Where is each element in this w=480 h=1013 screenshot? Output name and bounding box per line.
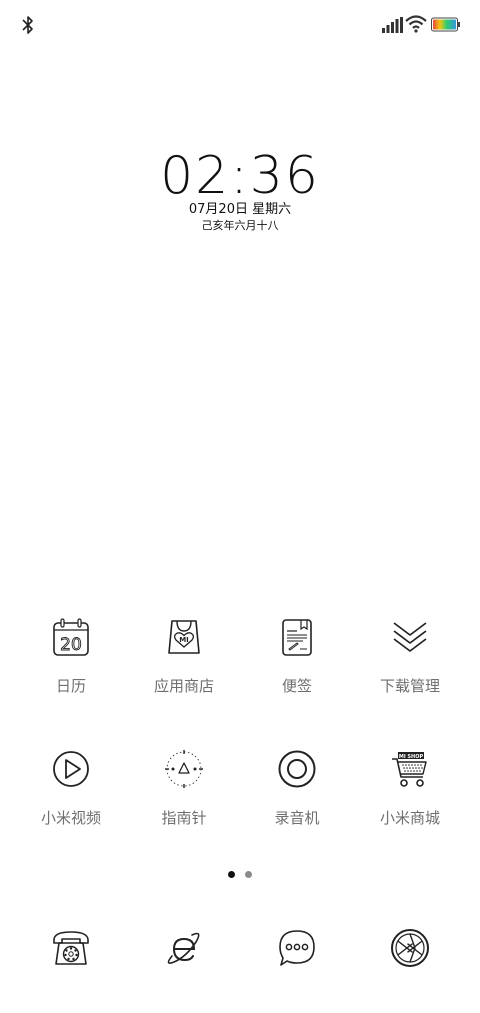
lockscreen-clock: 02:36 <box>160 146 320 206</box>
app-label: 应用商店 <box>153 677 214 695</box>
svg-text:MI SHOP: MI SHOP <box>399 754 424 760</box>
page-indicator <box>0 871 480 879</box>
dock-phone[interactable] <box>51 928 91 968</box>
notes-icon <box>282 619 312 656</box>
camera-icon <box>391 929 429 967</box>
lockscreen-lunar-date: 己亥年六月十八 <box>201 219 279 232</box>
battery-icon <box>431 17 460 32</box>
status-bar <box>0 0 480 50</box>
app-label: 下载管理 <box>379 677 440 695</box>
recorder-icon <box>278 750 316 788</box>
phone-icon <box>53 931 89 965</box>
messages-icon <box>279 930 315 966</box>
bluetooth-icon <box>22 16 33 34</box>
app-label: 便签 <box>281 677 312 695</box>
app-recorder[interactable]: 录音机 <box>242 749 352 859</box>
browser-icon <box>167 932 200 964</box>
dock-browser[interactable] <box>164 928 204 968</box>
calendar-icon: 20 <box>53 618 89 656</box>
dock-camera[interactable] <box>390 928 430 968</box>
page-dot-active[interactable] <box>228 871 235 878</box>
app-label: 录音机 <box>274 809 320 827</box>
app-download-manager[interactable]: 下载管理 <box>355 617 465 727</box>
app-store-icon: MI <box>168 620 200 654</box>
app-label: 小米视频 <box>40 809 101 827</box>
app-compass[interactable]: 指南针 <box>129 749 239 859</box>
app-calendar[interactable]: 20 日历 <box>16 617 126 727</box>
app-mi-video[interactable]: 小米视频 <box>16 749 126 859</box>
app-label: 指南针 <box>161 809 207 827</box>
lockscreen-date: 07月20日 星期六 <box>188 202 292 217</box>
page-dot[interactable] <box>245 871 252 878</box>
signal-icon <box>382 17 403 33</box>
app-label: 日历 <box>55 677 86 695</box>
shopping-cart-icon: MI SHOP <box>392 752 427 787</box>
app-app-store[interactable]: MI 应用商店 <box>129 617 239 727</box>
app-notes[interactable]: 便签 <box>242 617 352 727</box>
app-mi-shop[interactable]: MI SHOP 小米商城 <box>355 749 465 859</box>
compass-icon <box>165 750 203 788</box>
svg-text:MI: MI <box>179 636 189 644</box>
download-manager-icon <box>393 622 427 652</box>
app-label: 小米商城 <box>379 809 440 827</box>
svg-text:20: 20 <box>60 635 82 655</box>
video-play-icon <box>53 751 89 787</box>
dock-messages[interactable] <box>277 928 317 968</box>
wifi-icon <box>405 15 427 33</box>
